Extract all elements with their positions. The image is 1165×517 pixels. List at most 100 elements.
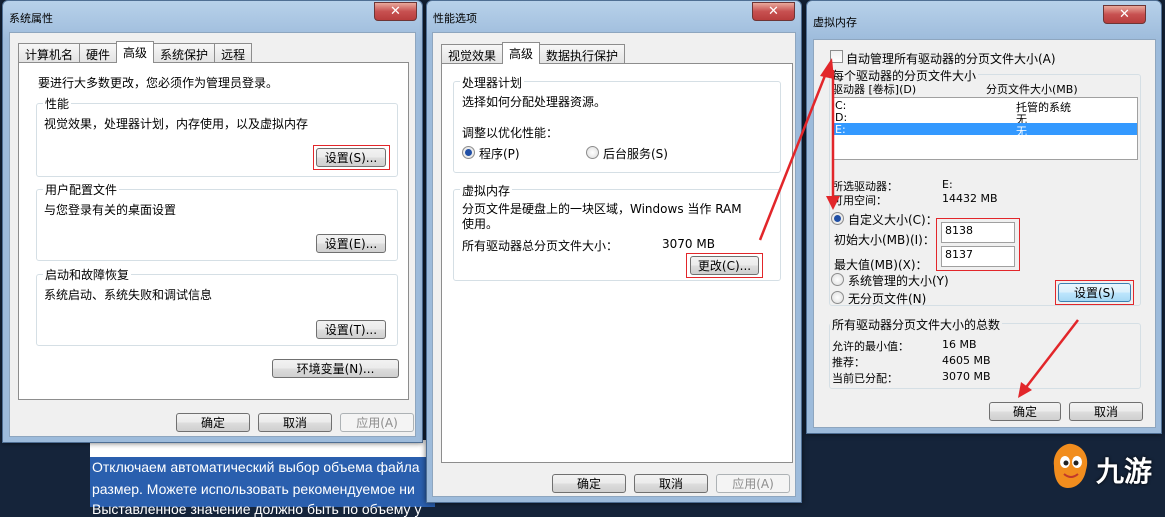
processor-desc: 选择如何分配处理器资源。 — [462, 95, 607, 109]
initial-size-label: 初始大小(MB)(I)： — [834, 233, 935, 247]
close-icon: ✕ — [1119, 7, 1130, 22]
ok-button[interactable]: 确定 — [552, 474, 626, 493]
close-icon: ✕ — [768, 4, 779, 19]
tab-strip: 视觉效果 高级 数据执行保护 — [441, 42, 626, 64]
watermark-logo — [1046, 440, 1094, 492]
recommended-value: 4605 MB — [942, 354, 991, 367]
startup-recovery-group: 启动和故障恢复 系统启动、系统失败和调试信息 设置(T)... — [36, 266, 398, 346]
startup-desc: 系统启动、系统失败和调试信息 — [44, 288, 213, 302]
tab-panel-advanced: 要进行大多数更改，您必须作为管理员登录。 性能 视觉效果，处理器计划，内存使用，… — [18, 62, 409, 400]
tab-system-protection[interactable]: 系统保护 — [153, 43, 216, 62]
dialog-client: 自动管理所有驱动器的分页文件大小(A) 每个驱动器的分页文件大小 驱动器 [卷标… — [813, 39, 1156, 428]
group-label: 所有驱动器分页文件大小的总数 — [830, 316, 1003, 333]
performance-group: 性能 视觉效果，处理器计划，内存使用，以及虚拟内存 设置(S)... — [36, 95, 398, 177]
tab-advanced[interactable]: 高级 — [502, 42, 541, 64]
highlight-box — [686, 253, 763, 278]
recommended-label: 推荐： — [832, 356, 865, 369]
startup-settings-button[interactable]: 设置(T)... — [316, 320, 386, 339]
close-button[interactable]: ✕ — [1103, 5, 1146, 24]
free-space-value: 14432 MB — [942, 192, 998, 205]
current-label: 当前已分配： — [832, 372, 898, 385]
cancel-button[interactable]: 取消 — [634, 474, 708, 493]
background-text-line-2: размер. Можете использовать рекомендуемо… — [92, 481, 415, 497]
list-item[interactable]: C: 托管的系统 — [833, 99, 1137, 114]
window-title: 系统属性 — [9, 12, 53, 25]
tab-strip: 计算机名 硬件 高级 系统保护 远程 — [18, 41, 253, 63]
tab-advanced[interactable]: 高级 — [116, 41, 155, 63]
min-value: 16 MB — [942, 338, 977, 351]
user-profiles-settings-button[interactable]: 设置(E)... — [316, 234, 386, 253]
group-label: 用户配置文件 — [43, 181, 120, 198]
no-paging-radio[interactable] — [831, 291, 844, 304]
tab-visual-effects[interactable]: 视觉效果 — [441, 44, 504, 63]
highlight-box — [313, 145, 390, 170]
custom-size-label[interactable]: 自定义大小(C)： — [848, 211, 938, 228]
cancel-button[interactable]: 取消 — [1069, 402, 1143, 421]
selected-drive-value: E: — [942, 178, 953, 191]
group-label: 性能 — [43, 95, 72, 112]
dialog-client: 视觉效果 高级 数据执行保护 处理器计划 选择如何分配处理器资源。 调整以优化性… — [432, 32, 796, 497]
system-managed-label[interactable]: 系统管理的大小(Y) — [848, 272, 949, 289]
watermark-mascot-icon — [1053, 443, 1088, 488]
close-icon: ✕ — [390, 4, 401, 19]
tab-computer-name[interactable]: 计算机名 — [18, 43, 81, 62]
column-drive-header: 驱动器 [卷标](D) — [832, 83, 917, 96]
dialog-client: 计算机名 硬件 高级 系统保护 远程 要进行大多数更改，您必须作为管理员登录。 … — [9, 32, 416, 437]
auto-manage-checkbox[interactable] — [830, 50, 843, 63]
totals-group: 所有驱动器分页文件大小的总数 允许的最小值： 16 MB 推荐： 4605 MB… — [829, 316, 1141, 389]
group-label: 处理器计划 — [460, 74, 525, 91]
group-label: 虚拟内存 — [460, 182, 513, 199]
highlight-box — [1055, 280, 1134, 305]
drive-size: 无 — [1016, 125, 1027, 138]
user-profiles-desc: 与您登录有关的桌面设置 — [44, 203, 177, 217]
tab-panel-advanced: 处理器计划 选择如何分配处理器资源。 调整以优化性能： 程序(P) 后台服务(S… — [441, 63, 793, 463]
current-value: 3070 MB — [942, 370, 991, 383]
adjust-label: 调整以优化性能： — [462, 126, 559, 140]
user-profiles-group: 用户配置文件 与您登录有关的桌面设置 设置(E)... — [36, 181, 398, 261]
virtual-memory-group: 虚拟内存 分页文件是硬盘上的一块区域，Windows 当作 RAM 使用。 所有… — [453, 182, 781, 281]
vm-total-label: 所有驱动器总分页文件大小： — [462, 239, 619, 253]
system-managed-radio[interactable] — [831, 273, 844, 286]
tab-remote[interactable]: 远程 — [214, 43, 253, 62]
column-size-header: 分页文件大小(MB) — [986, 83, 1078, 96]
admin-note: 要进行大多数更改，您必须作为管理员登录。 — [38, 76, 279, 90]
apply-button[interactable]: 应用(A) — [716, 474, 790, 493]
drive-letter: E: — [835, 123, 846, 136]
per-drive-group: 每个驱动器的分页文件大小 驱动器 [卷标](D) 分页文件大小(MB) C: 托管… — [829, 67, 1141, 307]
window-title: 性能选项 — [433, 12, 477, 25]
environment-variables-button[interactable]: 环境变量(N)... — [272, 359, 399, 378]
programs-radio[interactable] — [462, 146, 475, 159]
performance-options-window: 性能选项 ✕ 视觉效果 高级 数据执行保护 处理器计划 选择如何分配处理器资源。… — [426, 0, 802, 503]
close-button[interactable]: ✕ — [374, 2, 417, 21]
close-button[interactable]: ✕ — [752, 2, 795, 21]
ok-button[interactable]: 确定 — [989, 402, 1061, 421]
drive-list[interactable]: C: 托管的系统 D: 无 E: 无 — [832, 97, 1138, 160]
list-item[interactable]: D: 无 — [833, 111, 1137, 126]
tab-hardware[interactable]: 硬件 — [79, 43, 118, 62]
background-text-line-1: Отключаем автоматический выбор объема фа… — [92, 459, 420, 475]
auto-manage-label[interactable]: 自动管理所有驱动器的分页文件大小(A) — [846, 50, 1056, 67]
programs-label[interactable]: 程序(P) — [479, 145, 520, 162]
free-space-label: 可用空间： — [832, 194, 887, 207]
min-label: 允许的最小值： — [832, 340, 909, 353]
window-title: 虚拟内存 — [813, 16, 857, 29]
highlight-box — [936, 218, 1020, 271]
vm-desc: 分页文件是硬盘上的一块区域，Windows 当作 RAM 使用。 — [462, 202, 742, 231]
background-text-line-3: Выставленное значение должно быть по объ… — [92, 501, 422, 517]
apply-button[interactable]: 应用(A) — [340, 413, 414, 432]
tab-data-execution-prevention[interactable]: 数据执行保护 — [539, 44, 626, 63]
performance-desc: 视觉效果，处理器计划，内存使用，以及虚拟内存 — [44, 117, 309, 131]
ok-button[interactable]: 确定 — [176, 413, 250, 432]
no-paging-label[interactable]: 无分页文件(N) — [848, 290, 926, 307]
background-services-label[interactable]: 后台服务(S) — [603, 145, 668, 162]
system-properties-window: 系统属性 ✕ 计算机名 硬件 高级 系统保护 远程 要进行大多数更改，您必须作为… — [2, 0, 423, 443]
background-services-radio[interactable] — [586, 146, 599, 159]
virtual-memory-window: 虚拟内存 ✕ 自动管理所有驱动器的分页文件大小(A) 每个驱动器的分页文件大小 … — [806, 0, 1162, 434]
max-size-label: 最大值(MB)(X)： — [834, 258, 928, 272]
group-label: 启动和故障恢复 — [43, 266, 132, 283]
custom-size-radio[interactable] — [831, 212, 844, 225]
watermark-text: 九游 — [1096, 455, 1153, 488]
list-item-selected[interactable]: E: 无 — [833, 123, 1137, 138]
cancel-button[interactable]: 取消 — [258, 413, 332, 432]
vm-total-value: 3070 MB — [662, 237, 715, 251]
